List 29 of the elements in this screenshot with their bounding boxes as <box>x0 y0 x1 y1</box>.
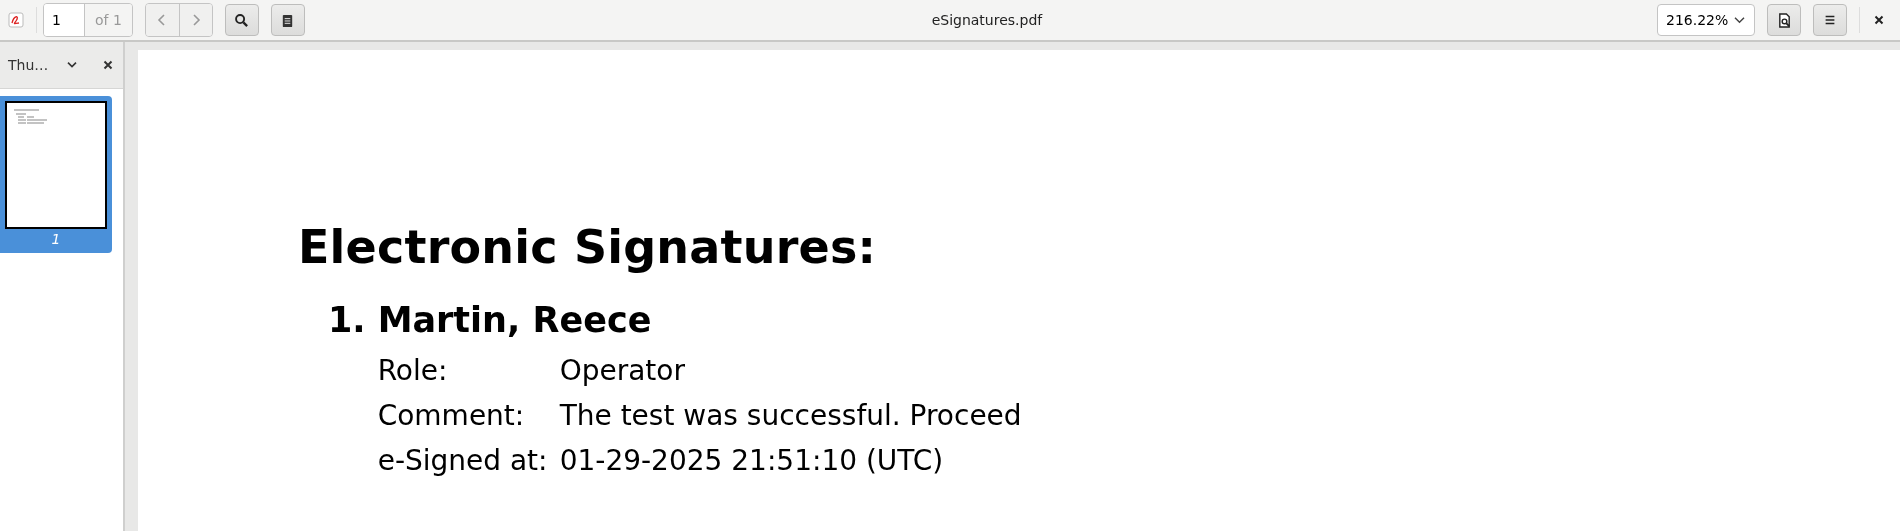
zoom-dropdown[interactable]: 216.22% <box>1657 4 1755 36</box>
sidebar-view-dropdown[interactable]: Thu… <box>8 57 79 73</box>
field-label: Comment: <box>377 399 526 432</box>
document-properties-button[interactable] <box>1767 4 1801 36</box>
document-icon[interactable] <box>8 12 24 28</box>
field-value: 01-29-2025 21:51:10 (UTC) <box>559 444 945 477</box>
field-label: Role: <box>377 354 449 387</box>
page-number-label: 1 <box>51 231 61 247</box>
field-value: The test was successful. Proceed <box>559 399 1022 432</box>
chevron-down-icon <box>66 61 79 69</box>
field-label: e-Signed at: <box>377 444 549 477</box>
search-button[interactable] <box>224 4 259 36</box>
menu-icon <box>1823 13 1837 27</box>
chevron-down-icon <box>1733 15 1746 25</box>
annotations-button[interactable] <box>270 4 305 36</box>
close-icon <box>1874 15 1884 25</box>
close-sidebar-button[interactable] <box>103 60 113 70</box>
list-number: 1. <box>328 300 366 342</box>
menu-button[interactable] <box>1813 4 1847 36</box>
window-title: eSignatures.pdf <box>930 12 1044 28</box>
signer-name: Martin, Reece <box>377 300 653 340</box>
document-search-icon <box>1776 12 1792 28</box>
page-number-field[interactable]: 1 <box>44 4 85 36</box>
search-icon <box>234 12 250 28</box>
field-value: Operator <box>559 354 686 387</box>
chevron-left-icon <box>157 13 168 27</box>
chevron-right-icon <box>190 13 201 27</box>
document-heading: Electronic Signatures: <box>298 220 878 274</box>
close-icon <box>103 60 113 70</box>
